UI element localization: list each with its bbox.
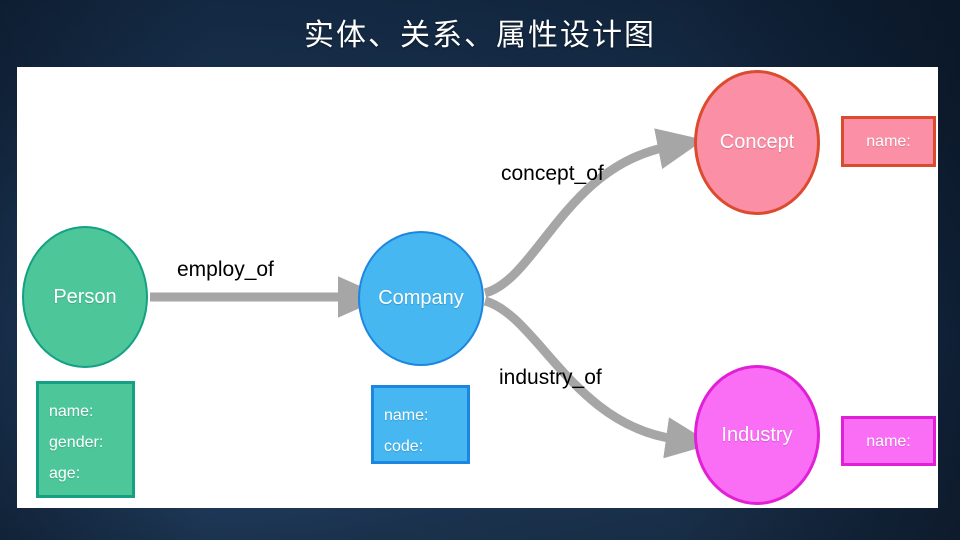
attribute-item: gender:	[49, 434, 104, 451]
node-person[interactable]: Person	[22, 226, 148, 368]
attribute-item: name:	[384, 407, 429, 424]
attribute-item: name:	[866, 432, 911, 450]
attributes-industry[interactable]: name:	[841, 416, 936, 466]
edge-label-concept-of: concept_of	[501, 162, 604, 185]
node-company[interactable]: Company	[358, 231, 484, 366]
attribute-item: name:	[866, 133, 911, 150]
attributes-concept[interactable]: name:	[841, 116, 936, 167]
node-industry[interactable]: Industry	[694, 365, 820, 505]
page-title: 实体、关系、属性设计图	[304, 19, 656, 52]
edge-label-employ-of: employ_of	[177, 258, 274, 281]
node-concept-label: Concept	[719, 131, 795, 153]
attribute-item: code:	[384, 438, 424, 455]
attributes-company[interactable]: name: code:	[371, 385, 470, 464]
attributes-person[interactable]: name: gender: age:	[36, 381, 135, 498]
node-person-label: Person	[53, 285, 117, 308]
slide-root: 实体、关系、属性设计图 Person Company Concept Indus…	[0, 0, 960, 540]
node-company-label: Company	[378, 287, 464, 309]
edge-label-industry-of: industry_of	[499, 366, 602, 389]
attribute-item: age:	[49, 465, 81, 482]
node-industry-label: Industry	[721, 423, 793, 446]
node-concept[interactable]: Concept	[694, 70, 820, 215]
diagram-canvas: Person Company Concept Industry name: ge…	[17, 67, 938, 508]
attribute-item: name:	[49, 403, 94, 420]
